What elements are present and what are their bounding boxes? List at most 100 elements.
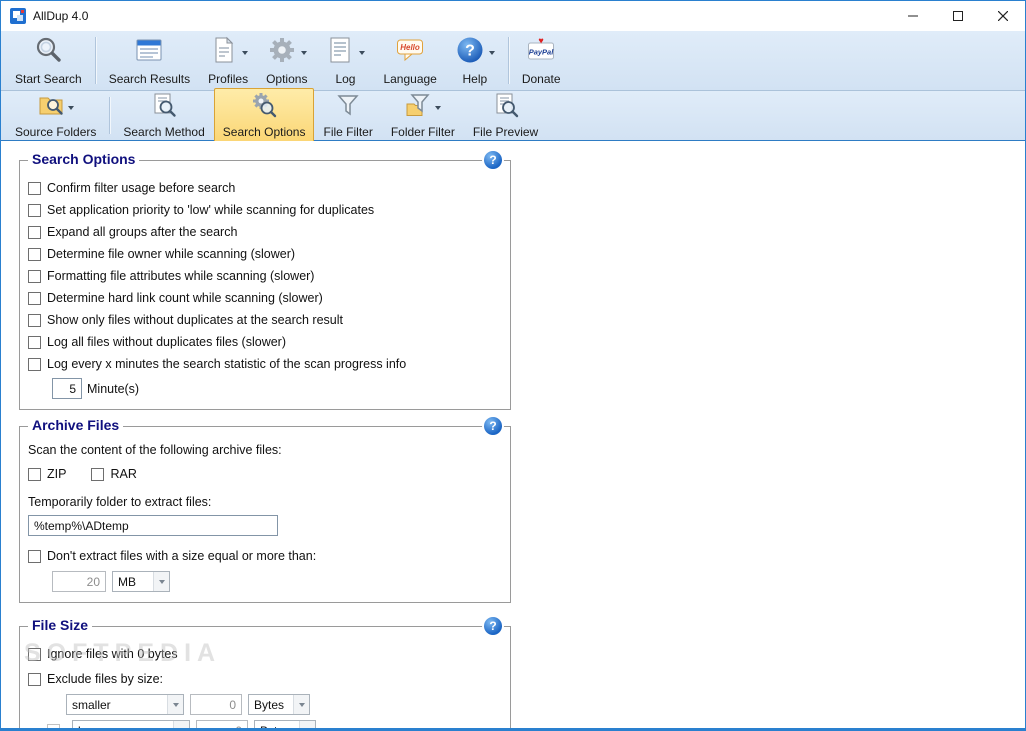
help-label: Help	[462, 72, 488, 86]
profiles-button[interactable]: Profiles	[199, 31, 257, 90]
close-button[interactable]	[980, 1, 1025, 31]
paypal-icon: ♥ PayPal	[526, 35, 556, 70]
magnifier-icon	[33, 35, 63, 70]
file-preview-button[interactable]: File Preview	[464, 88, 547, 143]
start-search-button[interactable]: Start Search	[6, 31, 91, 90]
checkbox[interactable]	[28, 269, 41, 283]
checkbox[interactable]	[28, 313, 41, 327]
search-results-button[interactable]: Search Results	[100, 31, 199, 90]
source-folders-label: Source Folders	[15, 125, 97, 139]
zip-checkbox-row: ZIP	[28, 463, 66, 485]
rar-label: RAR	[110, 467, 137, 481]
main-toolbar: Start Search Search Results Profiles Opt…	[1, 31, 1025, 91]
dont-extract-checkbox[interactable]	[28, 549, 41, 563]
results-list-icon	[134, 35, 164, 70]
folder-search-icon	[38, 92, 64, 123]
checkbox[interactable]	[28, 225, 41, 239]
chevron-down-icon	[167, 695, 183, 714]
rar-checkbox[interactable]	[91, 467, 105, 481]
folder-filter-button[interactable]: Folder Filter	[382, 88, 464, 143]
page-preview-icon	[493, 92, 519, 123]
svg-text:PayPal: PayPal	[529, 48, 555, 57]
svg-text:♥: ♥	[539, 36, 544, 46]
size-value-input-2[interactable]: 0	[196, 720, 248, 728]
size-comparator-combo-2[interactable]: larger	[72, 720, 190, 728]
size-value-input-1[interactable]: 0	[190, 694, 242, 715]
exclude-by-size-row: Exclude files by size:	[28, 668, 500, 690]
checkbox[interactable]	[28, 247, 41, 261]
checkbox[interactable]	[28, 357, 41, 371]
archive-size-unit-combo[interactable]: MB	[112, 571, 170, 592]
group-title: Archive Files	[28, 417, 124, 433]
chevron-down-icon	[359, 50, 366, 55]
checkbox-label: Log every x minutes the search statistic…	[47, 357, 407, 371]
checkbox-label: Determine hard link count while scanning…	[47, 291, 323, 305]
zip-label: ZIP	[47, 467, 67, 481]
search-options-button[interactable]: Search Options	[213, 88, 315, 143]
rar-checkbox-row: RAR	[91, 463, 137, 485]
second-condition-checkbox[interactable]	[47, 724, 60, 728]
chevron-down-icon	[299, 721, 315, 728]
search-options-group: Search Options ? Confirm filter usage be…	[19, 151, 511, 410]
options-button[interactable]: Options	[257, 31, 316, 90]
options-label: Options	[266, 72, 308, 86]
checkbox-label: Show only files without duplicates at th…	[47, 313, 343, 327]
chevron-down-icon	[173, 721, 189, 728]
app-window: AllDup 4.0 Start Search Search Results P…	[0, 0, 1026, 731]
toolbar-separator	[94, 37, 96, 84]
folder-funnel-icon	[405, 92, 431, 123]
help-icon[interactable]: ?	[484, 151, 502, 169]
checkbox-row: Confirm filter usage before search	[28, 177, 500, 199]
log-document-icon	[325, 35, 355, 70]
chevron-down-icon	[300, 50, 307, 55]
help-icon[interactable]: ?	[484, 617, 502, 635]
group-title: Search Options	[28, 151, 140, 167]
minutes-input[interactable]: 5	[52, 378, 82, 399]
language-button[interactable]: Hello Language	[374, 31, 445, 90]
size-comparator-combo-1[interactable]: smaller	[66, 694, 184, 715]
log-label: Log	[335, 72, 356, 86]
help-icon[interactable]: ?	[484, 417, 502, 435]
search-method-button[interactable]: Search Method	[114, 88, 213, 143]
app-icon	[9, 7, 27, 25]
folder-filter-label: Folder Filter	[390, 125, 455, 139]
toolbar-separator	[507, 37, 509, 84]
page-search-icon	[151, 92, 177, 123]
minimize-button[interactable]	[890, 1, 935, 31]
window-title: AllDup 4.0	[33, 9, 89, 23]
size-unit-combo-2[interactable]: Bytes	[254, 720, 316, 728]
checkbox-label: Log all files without duplicates files (…	[47, 335, 286, 349]
checkbox-row: Expand all groups after the search	[28, 221, 500, 243]
zip-checkbox[interactable]	[28, 467, 41, 481]
size-unit-combo-1[interactable]: Bytes	[248, 694, 310, 715]
checkbox-label: Confirm filter usage before search	[47, 181, 236, 195]
maximize-button[interactable]	[935, 1, 980, 31]
checkbox[interactable]	[28, 335, 41, 349]
svg-text:?: ?	[465, 43, 475, 60]
language-label: Language	[383, 72, 437, 86]
checkbox[interactable]	[28, 181, 41, 195]
donate-button[interactable]: ♥ PayPal Donate	[513, 31, 570, 90]
checkbox[interactable]	[28, 203, 41, 217]
file-filter-label: File Filter	[323, 125, 373, 139]
temp-folder-input[interactable]: %temp%\ADtemp	[28, 515, 278, 536]
checkbox[interactable]	[28, 291, 41, 305]
combo-value: Bytes	[254, 697, 285, 712]
temp-folder-label: Temporarily folder to extract files:	[28, 495, 212, 509]
sub-toolbar: Source Folders Search Method Search Opti…	[1, 88, 1025, 143]
exclude-by-size-checkbox[interactable]	[28, 672, 41, 686]
file-filter-button[interactable]: File Filter	[314, 88, 381, 143]
profiles-label: Profiles	[208, 72, 249, 86]
ignore-zero-bytes-checkbox[interactable]	[28, 647, 41, 661]
ignore-zero-bytes-label: Ignore files with 0 bytes	[47, 647, 178, 661]
source-folders-button[interactable]: Source Folders	[6, 88, 105, 143]
checkbox-label: Set application priority to 'low' while …	[47, 203, 375, 217]
archive-size-input[interactable]: 20	[52, 571, 106, 592]
chevron-down-icon	[488, 50, 495, 55]
help-button[interactable]: ? Help	[446, 31, 504, 90]
file-size-group: File Size ? SOFTPEDIA Ignore files with …	[19, 617, 511, 728]
svg-text:Hello: Hello	[400, 43, 420, 52]
log-button[interactable]: Log	[316, 31, 374, 90]
window-controls	[890, 1, 1025, 31]
search-results-label: Search Results	[108, 72, 191, 86]
